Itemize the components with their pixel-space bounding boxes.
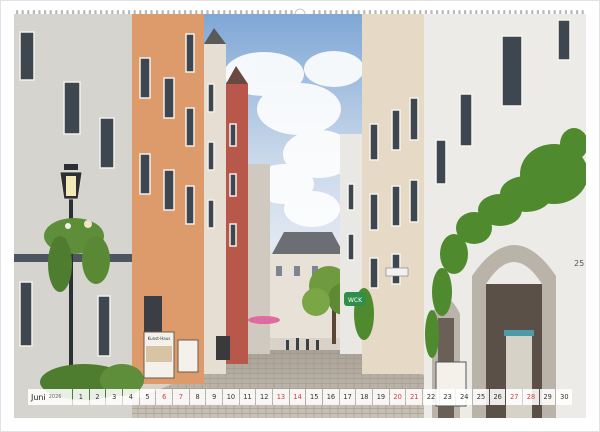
street-sign: [385, 267, 409, 277]
day-cell: 18: [356, 389, 373, 405]
street-scene-image: Kunst-Haus WCK 25: [14, 14, 586, 418]
calendar-grid: Juni 2026 1 2 3 4 5 6 7 8 9 10 11 12 13 …: [28, 389, 573, 405]
day-cell: 22: [423, 389, 439, 405]
house-number: 25: [574, 259, 584, 268]
day-cell: 1: [73, 389, 89, 405]
day-cell: 24: [456, 389, 473, 405]
day-cell: 26: [489, 389, 506, 405]
day-cell: 30: [556, 389, 573, 405]
day-cell: 7: [173, 389, 189, 405]
day-cell: 4: [123, 389, 139, 405]
day-cell: 12: [256, 389, 273, 405]
day-cell: 23: [439, 389, 456, 405]
day-cell: 29: [539, 389, 556, 405]
shop-sign-text: Kunst-Haus: [148, 336, 171, 341]
day-cell: 5: [139, 389, 156, 405]
day-cell: 21: [406, 389, 423, 405]
left-building-far: [248, 164, 270, 354]
day-cell: 15: [306, 389, 323, 405]
sidewalk-sign-2: [177, 339, 199, 373]
calendar-page: Kunst-Haus WCK 25 Juni 2026 1 2 3 4 5 6 …: [0, 0, 600, 432]
menu-board: [216, 336, 230, 360]
day-cell: 14: [289, 389, 306, 405]
month-name: Juni: [31, 392, 46, 402]
day-cell: 8: [189, 389, 206, 405]
day-cell: 2: [89, 389, 106, 405]
day-cell: 10: [223, 389, 239, 405]
day-cell: 28: [523, 389, 539, 405]
calendar-photo: Kunst-Haus WCK 25: [14, 14, 586, 418]
day-cell: 13: [273, 389, 289, 405]
day-cell: 3: [106, 389, 123, 405]
pedestrians: [286, 338, 319, 350]
green-sign-text: WCK: [348, 297, 363, 304]
sidewalk-sign: Kunst-Haus: [143, 331, 175, 379]
day-cell: 19: [373, 389, 389, 405]
day-cell: 17: [339, 389, 356, 405]
day-cell: 6: [156, 389, 173, 405]
month-label-box: Juni 2026: [28, 389, 72, 405]
day-cell: 27: [506, 389, 523, 405]
day-cell: 25: [473, 389, 489, 405]
day-cell: 9: [206, 389, 223, 405]
day-cell: 16: [323, 389, 339, 405]
day-cell: 11: [239, 389, 256, 405]
church-roof: [272, 232, 344, 254]
year-label: 2026: [48, 394, 62, 400]
day-cell: 20: [389, 389, 406, 405]
pink-umbrella: [248, 316, 280, 324]
decorative-column: [506, 332, 532, 418]
